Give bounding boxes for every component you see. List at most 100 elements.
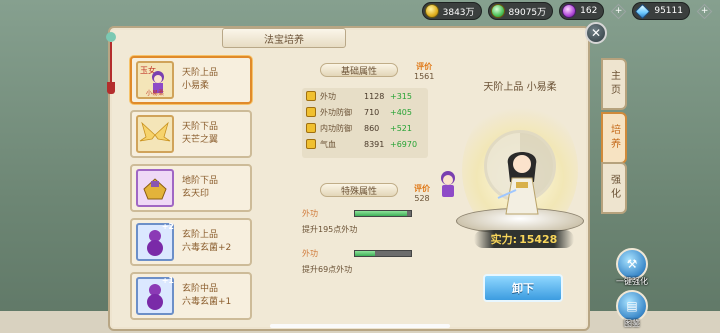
list-item[interactable]: +2 玄阶上品六毒玄菌+2 — [130, 218, 252, 266]
special-desc: 提升195点外功 — [302, 225, 358, 234]
special-name: 外功 — [302, 249, 318, 258]
stat-value: 860 — [364, 123, 380, 133]
diamond-counter[interactable]: 95111 — [632, 2, 690, 20]
item-thumbnail: 玉女 小易柔 — [136, 61, 174, 99]
attack-icon — [306, 91, 316, 101]
shield-icon — [306, 107, 316, 117]
plus-icon: + — [700, 5, 708, 16]
special-attr-label: 特殊属性 — [320, 183, 398, 197]
item-grade: 玄阶上品 — [182, 230, 219, 240]
item-thumbnail — [136, 115, 174, 153]
girl-icon: 玉女 小易柔 — [140, 65, 164, 97]
hammer-icon: ⚒ — [626, 257, 638, 271]
lantern-decoration — [106, 32, 116, 94]
item-name: 玄天印 — [182, 189, 210, 199]
svg-text:小易柔: 小易柔 — [146, 89, 164, 97]
power-display: 实力: 15428 — [474, 230, 574, 248]
stat-bonus: +315 — [390, 91, 412, 101]
home-indicator — [270, 324, 450, 328]
close-icon: ✕ — [590, 26, 602, 40]
special-progress-bar — [354, 250, 412, 257]
stat-name: 内功防御 — [320, 123, 352, 133]
special-progress-bar — [354, 210, 412, 217]
jade-coin-icon — [490, 4, 505, 18]
item-grade: 玄阶中品 — [182, 284, 219, 294]
item-grade: 天阶下品 — [182, 122, 219, 132]
stat-name: 外功防御 — [320, 107, 352, 117]
stat-bonus: +521 — [390, 123, 412, 133]
stat-value: 1128 — [364, 91, 385, 101]
tab-enhance[interactable]: 强化 — [601, 162, 627, 214]
item-thumbnail — [136, 169, 174, 207]
item-grade: 地阶下品 — [182, 176, 219, 186]
item-name: 天芒之翼 — [182, 135, 219, 145]
rating-label: 评价 — [414, 184, 430, 193]
character-sprite — [497, 152, 539, 215]
list-item[interactable]: 地阶下品 玄天印 — [130, 164, 252, 212]
stat-bonus: +6970 — [390, 139, 418, 149]
book-icon: ▤ — [626, 299, 638, 313]
stat-row: 内功防御 860 +521 — [302, 120, 428, 136]
list-item[interactable]: 玉女 小易柔 天阶上品小易柔 — [130, 56, 252, 104]
treasure-display: 天阶上品 小易柔 实力: 15428 — [450, 60, 590, 270]
attribute-section: 基础属性 评价 1561 外功 1128 +315 外功防御 710 +405 … — [290, 56, 440, 331]
heart-icon — [306, 139, 316, 149]
orb-amount: 162 — [580, 6, 598, 16]
one-key-enhance-button[interactable]: ⚒ 一键强化 — [612, 248, 652, 287]
seal-icon — [143, 178, 167, 200]
special-row: 外功 — [302, 248, 442, 260]
add-orb-button[interactable]: + — [610, 3, 627, 19]
rating-value: 528 — [414, 194, 430, 203]
jade-amount: 89075万 — [508, 7, 547, 18]
rating-value: 1561 — [414, 72, 435, 81]
item-thumbnail: +2 — [136, 222, 174, 261]
treasure-list[interactable]: 玉女 小易柔 天阶上品 小易柔 天阶下品 天芒之翼 地阶下品 玄天印 +2 玄阶… — [126, 52, 256, 333]
orb-counter[interactable]: 162 — [559, 2, 605, 20]
gold-amount: 3843万 — [442, 7, 475, 18]
special-name: 外功 — [302, 209, 318, 218]
purple-orb-icon — [562, 4, 577, 18]
stat-name: 气血 — [320, 139, 336, 149]
codex-button[interactable]: ▤ 图鉴 — [612, 290, 652, 329]
unequip-button[interactable]: 卸下 — [483, 274, 563, 302]
diamond-amount: 95111 — [654, 6, 683, 16]
wings-icon — [139, 121, 171, 142]
base-attr-header: 基础属性 — [320, 62, 398, 78]
currency-bar: 3843万 89075万 162 + 95111 + — [421, 2, 712, 20]
power-label: 实力: — [490, 233, 518, 246]
special-rating: 评价 528 — [414, 184, 430, 204]
progress-fill — [355, 251, 375, 256]
power-value: 15428 — [519, 232, 558, 246]
item-name: 六毒玄菌+2 — [182, 243, 232, 253]
rating-label: 评价 — [416, 62, 433, 71]
progress-fill — [355, 211, 407, 216]
stat-name: 外功 — [320, 91, 336, 101]
list-item[interactable]: 天阶下品 天芒之翼 — [130, 110, 252, 158]
special-attr-header: 特殊属性 — [320, 182, 398, 198]
jade-counter[interactable]: 89075万 — [487, 2, 554, 20]
list-item[interactable]: +1 玄阶中品六毒玄菌+1 — [130, 272, 252, 320]
tab-home[interactable]: 主页 — [601, 58, 627, 110]
item-grade: 天阶上品 — [182, 68, 219, 78]
stat-row: 外功防御 710 +405 — [302, 104, 428, 120]
special-row: 外功 — [302, 208, 442, 220]
close-button[interactable]: ✕ — [585, 22, 607, 44]
item-thumbnail: +1 — [136, 276, 174, 315]
gold-coin-icon — [424, 4, 439, 18]
base-attr-label: 基础属性 — [320, 63, 398, 77]
codex-label: 图鉴 — [624, 319, 640, 328]
item-name: 六毒玄菌+1 — [182, 297, 232, 307]
stat-value: 710 — [364, 107, 380, 117]
gold-counter[interactable]: 3843万 — [421, 2, 482, 20]
base-stats: 外功 1128 +315 外功防御 710 +405 内功防御 860 +521… — [302, 88, 428, 158]
special-desc: 提升69点外功 — [302, 265, 353, 274]
add-diamond-button[interactable]: + — [696, 3, 712, 19]
diamond-icon — [635, 3, 651, 19]
base-rating: 评价 1561 — [414, 62, 434, 82]
display-title: 天阶上品 小易柔 — [483, 82, 557, 93]
stat-row: 外功 1128 +315 — [302, 88, 428, 104]
panel-title: 法宝培养 — [222, 28, 346, 48]
enhance-badge: +1 — [161, 276, 174, 285]
tab-cultivate[interactable]: 培养 — [601, 112, 627, 164]
stat-value: 8391 — [364, 139, 385, 149]
